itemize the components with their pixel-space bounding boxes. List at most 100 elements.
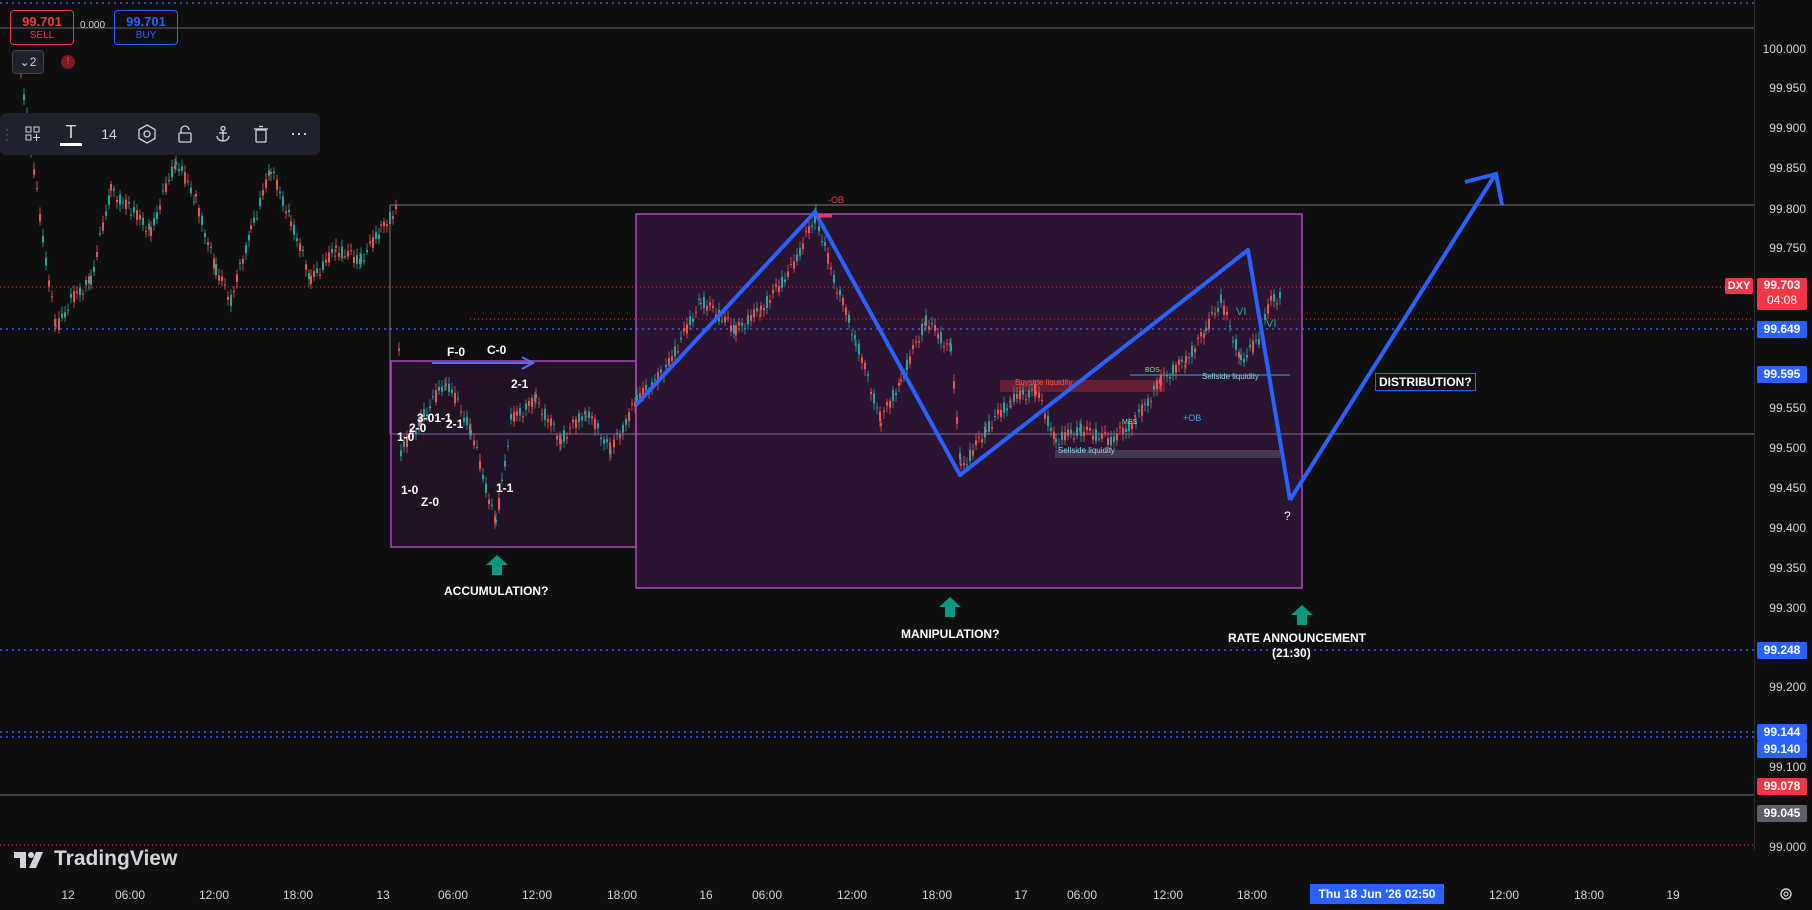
candle-body	[293, 224, 295, 235]
candle-body	[207, 242, 209, 245]
alert-icon[interactable]: !	[61, 55, 75, 69]
template-icon[interactable]	[14, 115, 52, 153]
question-label[interactable]: ?	[1284, 509, 1291, 523]
candle-body	[378, 234, 380, 239]
candle-body	[55, 325, 57, 327]
candle-body	[594, 418, 596, 430]
candle-body	[790, 264, 792, 266]
trash-icon[interactable]	[242, 115, 280, 153]
candle-body	[99, 233, 101, 235]
price-axis[interactable]: 100.000 99.950 99.900 99.850 99.800 99.7…	[1725, 0, 1812, 854]
candle-body	[1150, 400, 1152, 402]
wave-label[interactable]: C-0	[487, 343, 506, 357]
candle-body	[165, 183, 167, 192]
mss-label[interactable]: MSS	[1122, 419, 1137, 426]
rate-time-label[interactable]: (21:30)	[1272, 646, 1311, 660]
candle-body	[495, 519, 497, 523]
wave-label[interactable]: F-0	[447, 345, 465, 359]
candle-body	[753, 309, 755, 318]
candle-body	[547, 419, 549, 422]
time-tick: 18:00	[282, 888, 314, 902]
drag-handle-icon[interactable]: ⋮	[0, 115, 14, 153]
candle-body	[460, 411, 462, 413]
chevron-down-icon: ⌄	[19, 55, 30, 69]
ob-label[interactable]: -OB	[828, 195, 844, 205]
candle-body	[625, 418, 627, 425]
candle-body	[1205, 327, 1207, 332]
tradingview-logo[interactable]: TradingView	[14, 847, 177, 871]
wave-label[interactable]: 1-0	[401, 483, 418, 497]
rate-announcement-label[interactable]: RATE ANNOUNCEMENT	[1228, 631, 1366, 645]
candle-body	[1138, 409, 1140, 412]
accumulation-label[interactable]: ACCUMULATION?	[444, 584, 548, 598]
candle-body	[946, 343, 948, 345]
candle-body	[876, 407, 878, 409]
wave-label[interactable]: 2-1	[446, 417, 463, 431]
candle-body	[909, 356, 911, 364]
settings-icon[interactable]	[128, 115, 166, 153]
distribution-label[interactable]: DISTRIBUTION?	[1375, 373, 1476, 391]
candle-body	[1276, 303, 1278, 305]
candle-body	[162, 190, 164, 192]
candle-body	[531, 397, 533, 408]
indicators-collapse-button[interactable]: ⌄2	[12, 50, 44, 74]
candle-body	[1050, 427, 1052, 431]
candle-body	[245, 245, 247, 254]
candle-body	[1055, 438, 1057, 443]
bos-label[interactable]: BOS	[1145, 367, 1160, 374]
candle-body	[1246, 355, 1248, 358]
tradingview-logo-icon	[14, 852, 43, 868]
candle-body	[70, 294, 72, 298]
wave-label[interactable]: 1-1	[496, 481, 513, 495]
candle-body	[67, 309, 69, 311]
candle-body	[1022, 389, 1024, 395]
candle-body	[898, 382, 900, 386]
vi-label[interactable]: VI	[1236, 306, 1246, 318]
liquidity-label[interactable]: Buyside liquidity	[1015, 378, 1072, 387]
ob-label[interactable]: +OB	[1183, 413, 1201, 423]
candle-body	[683, 328, 685, 332]
candle-body	[1095, 429, 1097, 441]
candle-body	[432, 396, 434, 398]
candle-body	[341, 246, 343, 259]
liquidity-label[interactable]: Sellside liquidity	[1202, 372, 1259, 381]
candle-body	[76, 291, 78, 294]
chart-area[interactable]: 99.701 SELL 0.000 99.701 BUY ⌄2 ! ⋮ T 14…	[0, 0, 1755, 870]
candle-body	[79, 287, 81, 296]
anchor-icon[interactable]	[204, 115, 242, 153]
wave-label[interactable]: Z-0	[421, 495, 439, 509]
time-axis[interactable]: 12 06:00 12:00 18:00 13 06:00 12:00 18:0…	[0, 878, 1792, 910]
candle-body	[58, 318, 60, 330]
settings-icon[interactable]	[1779, 887, 1793, 901]
candle-body	[457, 398, 459, 400]
candle-body	[389, 212, 391, 224]
candle-body	[966, 464, 968, 466]
price-tick: 99.800	[1769, 202, 1806, 216]
candle-body	[931, 322, 933, 324]
lock-icon[interactable]	[166, 115, 204, 153]
manipulation-label[interactable]: MANIPULATION?	[901, 627, 999, 641]
sell-button[interactable]: 99.701 SELL	[10, 10, 74, 45]
text-color-icon[interactable]: T	[52, 115, 90, 153]
candle-body	[347, 250, 349, 257]
candle-body	[242, 258, 244, 264]
candle-body	[1031, 389, 1033, 391]
more-icon[interactable]: ⋯	[280, 115, 318, 153]
time-tick: 19	[1666, 888, 1680, 902]
vi-label[interactable]: VI	[1266, 318, 1276, 330]
time-tick: 06:00	[437, 888, 469, 902]
candle-body	[441, 386, 443, 392]
buy-button[interactable]: 99.701 BUY	[114, 10, 178, 45]
liquidity-label[interactable]: Sellside liquidity	[1058, 446, 1115, 455]
candle-body	[282, 196, 284, 206]
candle-body	[236, 274, 238, 282]
candle-body	[572, 419, 574, 423]
candle-body	[963, 463, 965, 466]
buy-price: 99.701	[126, 14, 166, 29]
candle-body	[198, 207, 200, 217]
candle-body	[588, 411, 590, 419]
candle-body	[603, 439, 605, 444]
wave-label[interactable]: 2-1	[511, 377, 528, 391]
font-size-value[interactable]: 14	[90, 115, 128, 153]
candle-body	[248, 234, 250, 241]
